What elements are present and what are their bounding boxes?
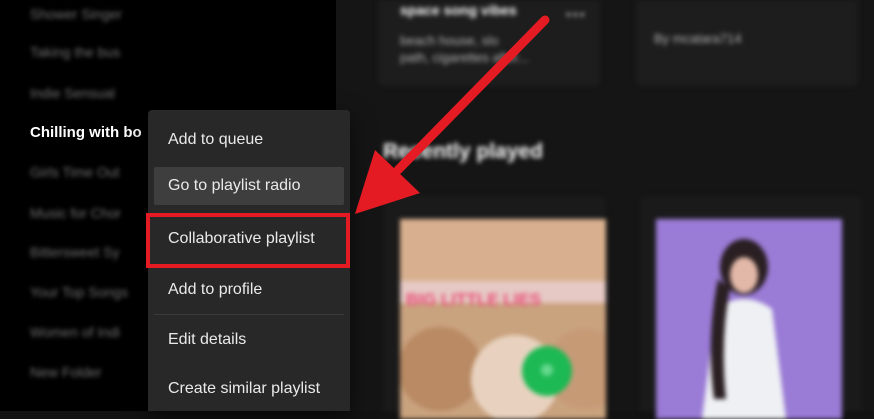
recent-card[interactable]: BIG LITTLE LIES: [384, 196, 606, 419]
sidebar-playlist-item[interactable]: Women of Indi: [30, 324, 120, 340]
menu-item-go-to-playlist-radio[interactable]: Go to playlist radio: [154, 167, 344, 205]
sidebar-playlist-item[interactable]: Indie Sensual: [30, 85, 115, 101]
album-banner-text: BIG LITTLE LIES: [406, 290, 542, 309]
sidebar-playlist-item[interactable]: Music for Chor: [30, 205, 121, 221]
sidebar-playlist-item-selected[interactable]: Chilling with bo: [30, 124, 142, 141]
album-cover-image: [400, 219, 606, 419]
play-button[interactable]: [522, 346, 572, 396]
menu-divider: [154, 314, 344, 315]
card-subtitle: beach house, slo: [400, 33, 499, 48]
card-title: space song vibes: [400, 2, 517, 18]
sidebar-playlist-item[interactable]: New Folder: [30, 364, 102, 380]
more-options-icon[interactable]: •••: [566, 6, 587, 22]
play-icon: [541, 364, 553, 376]
menu-item-collaborative-playlist[interactable]: Collaborative playlist: [154, 220, 344, 258]
menu-item-create-similar-playlist[interactable]: Create similar playlist: [154, 370, 344, 408]
sidebar-playlist-item[interactable]: Girls Time Out: [30, 164, 119, 180]
album-cover-image: [656, 219, 842, 419]
menu-item-add-to-profile[interactable]: Add to profile: [154, 271, 344, 309]
sidebar-playlist-item[interactable]: Your Top Songs: [30, 284, 128, 300]
recent-card[interactable]: [640, 196, 862, 419]
context-menu: Add to queue Go to playlist radio Collab…: [148, 110, 350, 411]
sidebar-playlist-item[interactable]: Shower Singer: [30, 6, 122, 22]
section-title: Recently played: [383, 140, 543, 163]
menu-item-edit-details[interactable]: Edit details: [154, 321, 344, 359]
card-subtitle: path, cigarettes after...: [400, 50, 529, 65]
card-subtitle: By mcatara714: [654, 31, 742, 46]
menu-item-add-to-queue[interactable]: Add to queue: [154, 121, 344, 159]
sidebar-playlist-item[interactable]: Bittersweet Sy: [30, 244, 119, 260]
sidebar-playlist-item[interactable]: Taking the bus: [30, 44, 120, 60]
